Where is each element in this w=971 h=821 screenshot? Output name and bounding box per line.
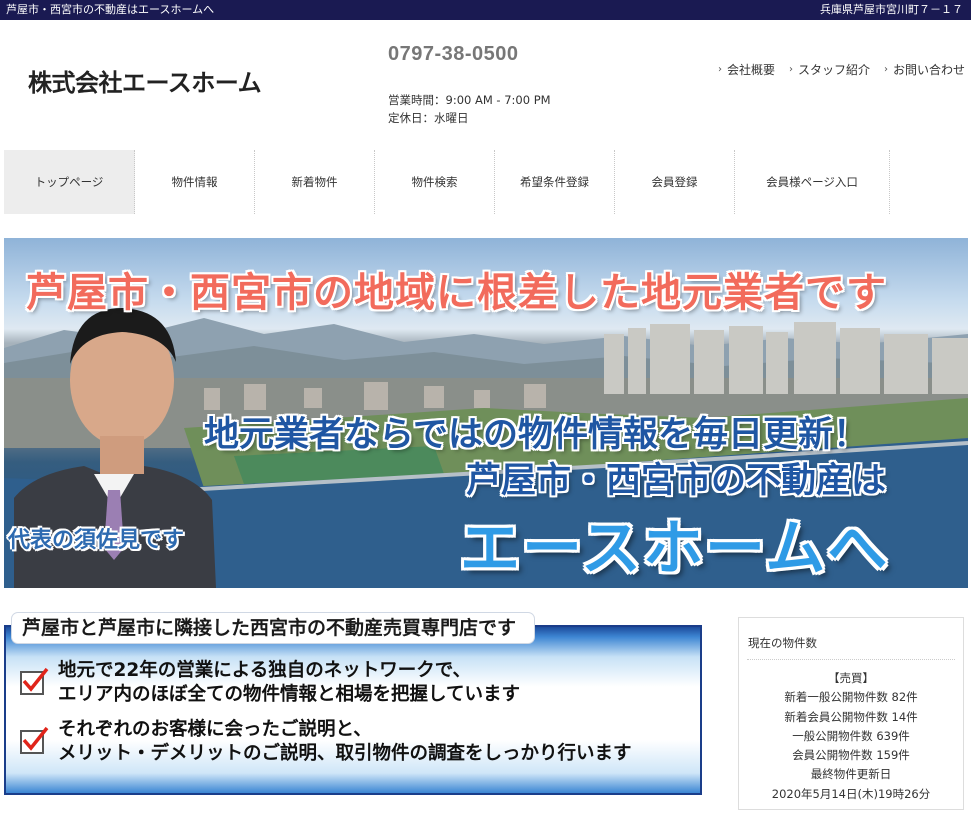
chevron-right-icon: › xyxy=(884,64,889,75)
nav-item-wish-register[interactable]: 希望条件登録 xyxy=(495,150,615,214)
hero-subline-2: 芦屋市・西宮市の不動産は xyxy=(466,461,887,501)
phone-number: 0797-38-0500 xyxy=(388,43,519,65)
nav-item-member-register[interactable]: 会員登録 xyxy=(615,150,735,214)
divider xyxy=(747,659,955,660)
feature-item-line: 地元で22年の営業による独自のネットワークで、 xyxy=(58,660,471,681)
hours-line: 営業時間：9:00 AM - 7:00 PM xyxy=(388,93,551,107)
checkbox-icon xyxy=(20,667,49,695)
link-contact[interactable]: › お問い合わせ xyxy=(884,61,965,78)
feature-item: それぞれのお客様に会ったご説明と、 メリット・デメリットのご説明、取引物件の調査… xyxy=(20,718,632,766)
main-nav: トップページ 物件情報 新着物件 物件検索 希望条件登録 会員登録 会員様ページ… xyxy=(4,150,890,214)
nav-item-properties[interactable]: 物件情報 xyxy=(135,150,255,214)
company-logo-text[interactable]: 株式会社エースホーム xyxy=(28,63,262,98)
feature-box-title: 芦屋市と芦屋市に隣接した西宮市の不動産売買専門店です xyxy=(12,613,535,643)
business-hours: 営業時間：9:00 AM - 7:00 PM 定休日：水曜日 xyxy=(388,91,551,127)
stats-line: 新着会員公開物件数 14件 xyxy=(784,709,918,724)
listing-count-widget: 現在の物件数 【売買】 新着一般公開物件数 82件 新着会員公開物件数 14件 … xyxy=(738,617,964,810)
nav-item-member-login[interactable]: 会員様ページ入口 xyxy=(735,150,890,214)
feature-item-line: それぞれのお客様に会ったご説明と、 xyxy=(58,719,372,740)
stats-line: 最終物件更新日 xyxy=(810,767,892,782)
link-label: 会社概要 xyxy=(727,63,776,77)
stats-line: 2020年5月14日(木)19時26分 xyxy=(771,786,931,801)
link-staff[interactable]: › スタッフ紹介 xyxy=(789,61,870,78)
check-mark-icon xyxy=(22,726,49,751)
nav-item-new[interactable]: 新着物件 xyxy=(255,150,375,214)
feature-item-line: エリア内のほぼ全ての物件情報と相場を把握しています xyxy=(58,684,520,705)
hero-brand: エースホームへ xyxy=(460,514,890,584)
checkbox-icon xyxy=(20,726,49,754)
stats-line: 一般公開物件数 639件 xyxy=(792,728,910,743)
stats-category: 【売買】 xyxy=(828,671,874,685)
widget-title: 現在の物件数 xyxy=(748,636,817,650)
hero-headline: 芦屋市・西宮市の地域に根差した地元業者です xyxy=(26,270,887,316)
link-label: スタッフ紹介 xyxy=(798,63,871,77)
hero-banner: 芦屋市・西宮市の地域に根差した地元業者です 地元業者ならではの物件情報を毎日更新… xyxy=(4,238,968,588)
top-bar: 芦屋市・西宮市の不動産はエースホームへ 兵庫県芦屋市宮川町７－１７ xyxy=(0,0,971,20)
top-bar-address: 兵庫県芦屋市宮川町７－１７ xyxy=(820,3,963,16)
stats-line: 会員公開物件数 159件 xyxy=(792,748,910,763)
link-label: お問い合わせ xyxy=(893,63,966,77)
feature-item: 地元で22年の営業による独自のネットワークで、 エリア内のほぼ全ての物件情報と相… xyxy=(20,659,520,707)
closed-day-line: 定休日：水曜日 xyxy=(388,111,469,125)
top-bar-tagline: 芦屋市・西宮市の不動産はエースホームへ xyxy=(6,3,215,16)
check-mark-icon xyxy=(22,667,49,692)
nav-item-search[interactable]: 物件検索 xyxy=(375,150,495,214)
hero-subline-1: 地元業者ならではの物件情報を毎日更新！ xyxy=(204,415,868,455)
nav-item-top[interactable]: トップページ xyxy=(4,150,135,214)
feature-item-line: メリット・デメリットのご説明、取引物件の調査をしっかり行います xyxy=(58,743,632,764)
feature-box xyxy=(4,625,702,795)
stats-line: 新着一般公開物件数 82件 xyxy=(784,690,918,705)
link-company-profile[interactable]: › 会社概要 xyxy=(718,61,775,78)
chevron-right-icon: › xyxy=(789,64,794,75)
header-links: › 会社概要 › スタッフ紹介 › お問い合わせ xyxy=(718,61,965,78)
hero-caption: 代表の須佐見です xyxy=(8,528,185,553)
chevron-right-icon: › xyxy=(718,64,722,75)
